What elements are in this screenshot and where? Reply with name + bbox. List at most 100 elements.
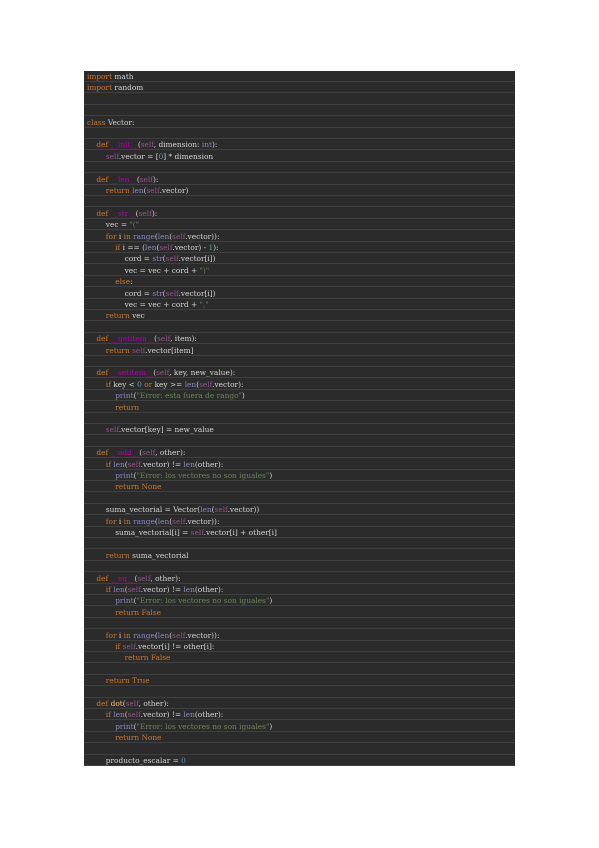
code-token: vec = vec + cord +	[87, 265, 200, 275]
code-token: suma_vectorial	[132, 550, 189, 560]
code-token: __setitem__	[110, 368, 154, 378]
code-token: print	[115, 471, 134, 480]
code-token: (other):	[194, 585, 224, 594]
code-token: ):	[213, 243, 219, 252]
code-token: if	[87, 243, 123, 252]
code-token: print	[115, 596, 134, 606]
code-token: self	[146, 186, 160, 195]
code-token: vec =	[87, 220, 130, 230]
code-token: .vector[i] + other[i]	[203, 528, 277, 537]
code-line: if len(self.vector) != len(other):	[84, 459, 515, 470]
code-token: ","	[199, 300, 209, 309]
code-token: __init__	[110, 140, 138, 150]
code-token: producto_escalar =	[87, 756, 182, 765]
code-line: def __str__(self):	[84, 208, 515, 219]
code-line: vec = "("	[84, 219, 515, 231]
code-line	[84, 128, 515, 139]
code-line	[84, 561, 515, 573]
code-token: .vector[key] = new_value	[118, 425, 214, 435]
code-token: self	[137, 573, 151, 583]
code-token: in	[123, 516, 134, 526]
code-line: if self.vector[i] != other[i]:	[84, 641, 515, 652]
code-token: cord =	[87, 288, 153, 298]
code-token: return None	[87, 733, 162, 743]
code-token: int	[201, 140, 212, 150]
code-line: else:	[84, 276, 515, 288]
code-token: .vector[item]	[145, 345, 194, 355]
code-line: if key < 0 or key >= len(self.vector):	[84, 379, 515, 390]
code-line: return vec	[84, 310, 515, 322]
code-token: ")"	[199, 265, 210, 275]
code-line: return suma_vectorial	[84, 550, 515, 561]
code-token: .vector[i])	[178, 288, 216, 298]
code-token: self	[105, 151, 119, 161]
code-token: def	[87, 174, 111, 184]
code-token: vec	[132, 311, 145, 321]
code-token: len	[157, 630, 170, 640]
code-token: return	[87, 311, 133, 321]
code-token: print	[115, 391, 134, 401]
code-token: , other):	[138, 699, 169, 708]
code-token: )	[269, 596, 273, 606]
code-token: self	[132, 345, 146, 355]
code-line	[84, 687, 515, 698]
code-token: .vector)):	[185, 231, 220, 241]
code-token: self	[156, 368, 170, 378]
code-token: self	[172, 630, 186, 640]
code-token: self	[105, 425, 119, 435]
code-line: suma_vectorial[i] = self.vector[i] + oth…	[84, 527, 515, 538]
code-token: suma_vectorial = Vector(	[87, 505, 201, 515]
code-token: for	[87, 630, 119, 640]
code-line: cord = str(self.vector[i])	[84, 288, 515, 299]
code-token: in	[123, 630, 134, 640]
code-token: self	[172, 231, 186, 241]
code-token: ):	[211, 140, 218, 150]
code-token: def	[87, 140, 111, 150]
code-line: return None	[84, 732, 515, 744]
code-line: class Vector:	[84, 117, 515, 128]
code-token: self	[122, 642, 136, 651]
code-token: .vector)):	[185, 516, 220, 526]
code-token: def	[87, 448, 111, 458]
code-token: , item):	[170, 334, 197, 344]
code-token: self	[139, 174, 154, 184]
code-line	[84, 162, 515, 174]
code-line: cord = str(self.vector[i])	[84, 253, 515, 265]
code-line: self.vector[key] = new_value	[84, 424, 515, 436]
code-line	[84, 413, 515, 424]
code-token: len	[157, 516, 170, 526]
code-line: def __eq__(self, other):	[84, 573, 515, 584]
code-token: .vector = [	[118, 151, 159, 161]
code-token: len	[184, 379, 197, 389]
code-token: ):	[151, 208, 158, 218]
code-token: .vector))	[227, 505, 260, 515]
code-line	[84, 744, 515, 755]
code-line: return False	[84, 607, 515, 618]
code-line: return len(self.vector)	[84, 185, 515, 196]
code-line	[84, 493, 515, 504]
code-line: def __getitem__(self, item):	[84, 333, 515, 345]
code-line: def __add__(self, other):	[84, 447, 515, 459]
code-token: .vector) !=	[140, 459, 184, 469]
code-token: 0	[181, 756, 186, 765]
code-block: import math import random class Vector: de…	[84, 71, 515, 766]
code-line: for i in range(len(self.vector)):	[84, 516, 515, 527]
code-token: , dimension:	[153, 140, 202, 150]
code-token: )	[269, 471, 273, 480]
code-line: if len(self.vector) != len(other):	[84, 709, 515, 721]
code-token: return False	[87, 653, 171, 663]
code-token: Vector:	[105, 117, 135, 127]
code-token: len	[183, 459, 195, 469]
code-token: def	[87, 573, 111, 583]
code-token: for	[87, 231, 119, 241]
code-token: print	[115, 721, 134, 731]
code-token: key <	[113, 379, 138, 389]
code-token: return False	[87, 607, 162, 617]
code-token: if	[87, 710, 114, 720]
code-line: producto_escalar = 0	[84, 755, 515, 766]
code-token: "("	[129, 220, 140, 230]
code-token: , other):	[155, 448, 186, 458]
